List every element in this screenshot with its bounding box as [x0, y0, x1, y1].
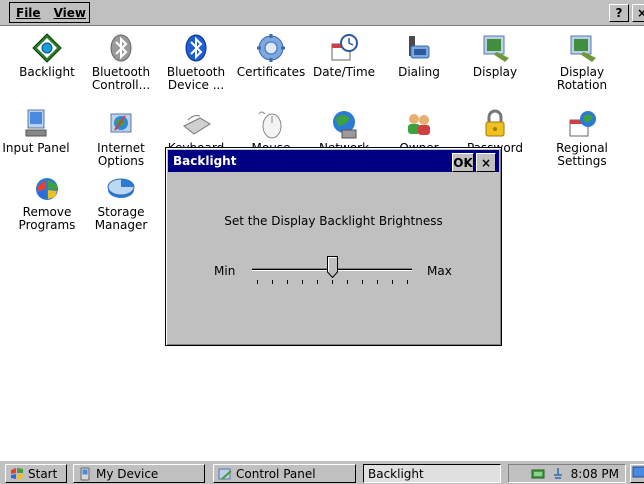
bluetooth-control-icon — [110, 34, 132, 62]
icon-label: Input Panel — [2, 141, 70, 155]
taskbar-backlight[interactable]: Backlight — [363, 464, 501, 483]
icon-label: Certificates — [236, 65, 306, 79]
backlight-task-label: Backlight — [368, 466, 424, 481]
control-panel-item-bluetooth-control[interactable]: Bluetooth Controll... — [85, 32, 157, 92]
power-icon[interactable] — [551, 467, 565, 481]
icon-label: Date/Time — [312, 65, 376, 79]
control-panel-item-certificates[interactable]: Certificates — [235, 32, 307, 79]
certificates-icon — [257, 34, 285, 62]
dialog-close-button[interactable]: × — [476, 153, 496, 172]
display-rotation-icon — [570, 35, 596, 62]
control-panel-label: Control Panel — [236, 466, 316, 481]
network-icon — [333, 111, 357, 139]
control-panel-item-datetime[interactable]: Date/Time — [308, 32, 380, 79]
slider-tick — [377, 280, 378, 284]
system-tray: 8:08 PM — [508, 464, 626, 483]
bluetooth-device-icon — [185, 34, 207, 62]
view-menu[interactable]: View — [48, 6, 93, 20]
icon-label: Backlight — [19, 65, 75, 79]
slider-tick — [362, 280, 363, 284]
slider-tick — [257, 280, 258, 284]
show-desktop-button[interactable] — [630, 464, 644, 483]
display-icon — [483, 35, 509, 62]
icon-label: Dialing — [398, 65, 440, 79]
datetime-icon — [331, 34, 358, 61]
control-panel-item-input-panel[interactable]: Input Panel — [0, 108, 72, 155]
icon-label: Bluetooth Device ... — [166, 65, 226, 92]
icon-label: Storage Manager — [94, 205, 148, 232]
control-panel-item-storage-manager[interactable]: Storage Manager — [85, 172, 157, 232]
dialog-title-bar: Backlight OK × — [168, 150, 499, 172]
brightness-slider[interactable] — [252, 256, 412, 288]
regional-settings-icon — [569, 111, 596, 137]
slider-tick — [317, 280, 318, 284]
icon-label: Display Rotation — [556, 65, 608, 92]
keyboard-icon — [183, 115, 211, 135]
backlight-dialog: Backlight OK × Set the Display Backlight… — [165, 147, 502, 346]
owner-icon — [408, 114, 430, 135]
file-menu-label: File — [16, 5, 41, 20]
control-panel-item-regional-settings[interactable]: Regional Settings — [546, 108, 618, 168]
control-panel-item-display[interactable]: Display — [459, 32, 531, 79]
slider-tick — [272, 280, 273, 284]
mouse-icon — [258, 111, 282, 139]
min-label: Min — [214, 264, 236, 278]
control-panel-item-remove-programs[interactable]: Remove Programs — [11, 172, 83, 232]
slider-tick — [347, 280, 348, 284]
windows-logo-icon — [11, 467, 23, 480]
start-label: Start — [28, 466, 58, 481]
file-menu[interactable]: File — [10, 6, 48, 20]
menu-group: File View — [9, 2, 90, 23]
max-label: Max — [427, 264, 452, 278]
brightness-caption: Set the Display Backlight Brightness — [224, 214, 443, 228]
taskbar: Start My Device Control Panel Backlight … — [0, 460, 644, 484]
ok-button[interactable]: OK — [452, 153, 474, 172]
slider-tick — [392, 280, 393, 284]
remove-programs-icon — [36, 178, 58, 200]
view-menu-label: View — [53, 5, 86, 20]
control-panel-item-bluetooth-device[interactable]: Bluetooth Device ... — [160, 32, 232, 92]
menu-bar: File View ? × — [0, 0, 644, 26]
control-panel-item-display-rotation[interactable]: Display Rotation — [546, 32, 618, 92]
slider-tick — [407, 280, 408, 284]
my-device-label: My Device — [96, 466, 159, 481]
desktop-icon — [632, 466, 644, 478]
network-status-icon[interactable] — [531, 467, 545, 481]
taskbar-control-panel[interactable]: Control Panel — [213, 464, 356, 483]
slider-thumb[interactable] — [327, 256, 338, 278]
slider-tick — [302, 280, 303, 284]
control-panel-item-dialing[interactable]: Dialing — [383, 32, 455, 79]
my-device-icon — [80, 467, 90, 480]
control-panel-icon — [218, 468, 232, 480]
icon-label: Display — [472, 65, 518, 79]
help-button[interactable]: ? — [609, 4, 629, 22]
control-panel-item-internet-options[interactable]: Internet Options — [85, 108, 157, 168]
storage-manager-icon — [107, 178, 135, 198]
slider-tick — [287, 280, 288, 284]
icon-label: Internet Options — [97, 141, 145, 168]
input-panel-icon — [25, 109, 47, 137]
slider-tick — [332, 280, 333, 284]
start-button[interactable]: Start — [5, 464, 67, 483]
dialog-title: Backlight — [173, 154, 237, 168]
clock[interactable]: 8:08 PM — [571, 467, 619, 481]
password-icon — [485, 109, 505, 137]
internet-options-icon — [110, 113, 132, 133]
dialing-icon — [409, 36, 430, 59]
icon-label: Regional Settings — [556, 141, 608, 168]
control-panel-item-backlight[interactable]: Backlight — [11, 32, 83, 79]
close-button[interactable]: × — [632, 4, 644, 22]
backlight-icon — [32, 33, 62, 63]
taskbar-my-device[interactable]: My Device — [73, 464, 205, 483]
icon-label: Bluetooth Controll... — [91, 65, 151, 92]
icon-label: Remove Programs — [18, 205, 76, 232]
